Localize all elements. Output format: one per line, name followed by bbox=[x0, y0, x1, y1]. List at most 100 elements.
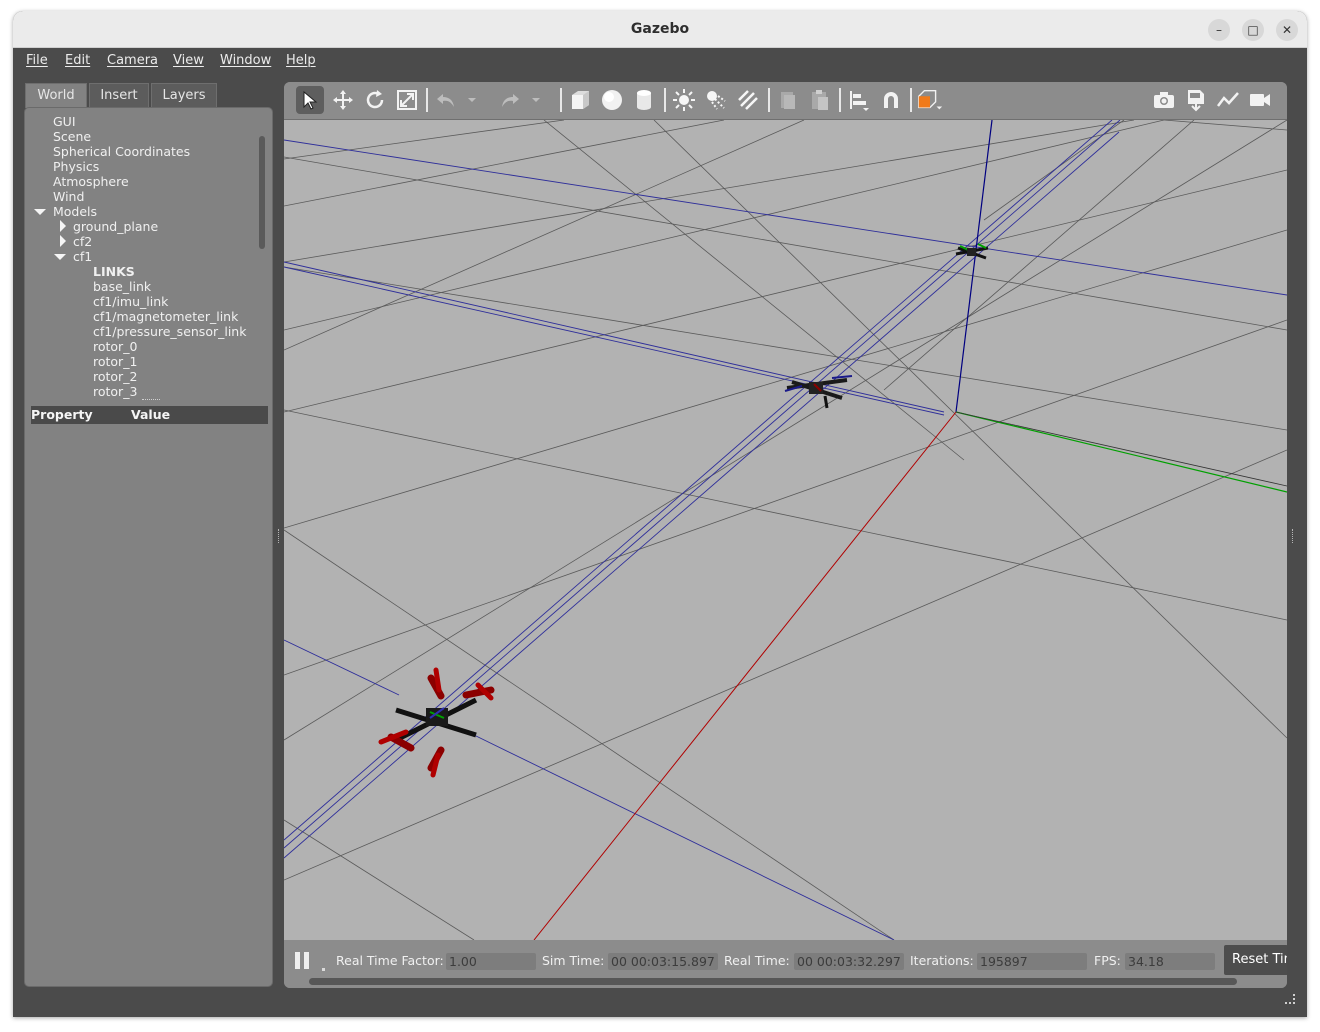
3d-scene-view[interactable] bbox=[284, 120, 1287, 940]
sphere-icon[interactable] bbox=[598, 86, 626, 114]
scene-canvas[interactable] bbox=[284, 120, 1287, 940]
y-axis-shadow-line bbox=[955, 411, 1287, 487]
change-view-icon[interactable] bbox=[916, 86, 944, 114]
plot-icon[interactable] bbox=[1214, 86, 1242, 114]
point-light-icon[interactable] bbox=[670, 86, 698, 114]
collapse-arrow-icon[interactable] bbox=[54, 254, 66, 260]
toolbar-separator bbox=[560, 88, 562, 112]
property-column-header: Property bbox=[31, 407, 93, 422]
y-axis-line bbox=[955, 411, 1287, 493]
translate-mode-icon[interactable] bbox=[329, 86, 357, 114]
right-splitter-handle[interactable] bbox=[1292, 529, 1295, 543]
iterations-label: Iterations: bbox=[910, 953, 974, 968]
sim-time-value: 00 00:03:15.897 bbox=[608, 953, 718, 970]
redo-icon[interactable] bbox=[496, 86, 524, 114]
maximize-button[interactable]: □ bbox=[1242, 19, 1264, 41]
fps-label: FPS: bbox=[1094, 953, 1121, 968]
toolbar-separator bbox=[910, 88, 912, 112]
pause-icon[interactable] bbox=[295, 952, 309, 969]
gazebo-window: Gazebo – □ ✕ File Edit Camera View Windo… bbox=[13, 11, 1307, 1017]
world-panel: GUI Scene Spherical Coordinates Physics … bbox=[24, 107, 273, 987]
step-handle[interactable] bbox=[322, 968, 325, 971]
paste-icon[interactable] bbox=[806, 86, 834, 114]
property-table-header: Property Value bbox=[31, 406, 268, 424]
resize-grip-icon[interactable] bbox=[1285, 994, 1295, 1004]
tab-insert[interactable]: Insert bbox=[89, 83, 149, 108]
x-axis-line bbox=[533, 411, 957, 940]
tree-item-cf1[interactable]: cf1 bbox=[73, 249, 92, 264]
log-icon[interactable] bbox=[1182, 86, 1210, 114]
tree-item-spherical-coordinates[interactable]: Spherical Coordinates bbox=[53, 144, 190, 159]
link-item[interactable]: rotor_0 bbox=[93, 339, 137, 354]
link-item[interactable]: rotor_2 bbox=[93, 369, 137, 384]
tree-splitter-handle[interactable] bbox=[142, 399, 160, 400]
reset-time-button[interactable]: Reset Time bbox=[1224, 945, 1287, 975]
sim-time-label: Sim Time: bbox=[542, 953, 605, 968]
tree-scrollbar[interactable] bbox=[259, 136, 265, 249]
link-item[interactable]: cf1/magnetometer_link bbox=[93, 309, 238, 324]
menu-help[interactable]: Help bbox=[286, 53, 316, 68]
fps-value: 34.18 bbox=[1125, 953, 1215, 970]
tree-item-wind[interactable]: Wind bbox=[53, 189, 84, 204]
menu-window[interactable]: Window bbox=[220, 53, 271, 68]
tab-layers[interactable]: Layers bbox=[151, 83, 217, 108]
menu-edit[interactable]: Edit bbox=[65, 53, 90, 68]
screenshot-icon[interactable] bbox=[1150, 86, 1178, 114]
link-item[interactable]: rotor_3 bbox=[93, 384, 137, 399]
undo-history-icon[interactable] bbox=[464, 86, 480, 114]
model-axes-lines bbox=[284, 120, 1287, 940]
undo-icon[interactable] bbox=[432, 86, 460, 114]
real-time-factor-label: Real Time Factor: bbox=[336, 953, 444, 968]
tree-item-gui[interactable]: GUI bbox=[53, 114, 76, 129]
link-item[interactable]: cf1/pressure_sensor_link bbox=[93, 324, 246, 339]
real-time-label: Real Time: bbox=[724, 953, 790, 968]
world-tree: GUI Scene Spherical Coordinates Physics … bbox=[25, 108, 274, 405]
tree-item-physics[interactable]: Physics bbox=[53, 159, 99, 174]
horizontal-scrollbar[interactable] bbox=[309, 978, 1237, 985]
select-mode-icon[interactable] bbox=[296, 86, 324, 114]
tree-item-atmosphere[interactable]: Atmosphere bbox=[53, 174, 129, 189]
time-status-bar: Real Time Factor: 1.00 Sim Time: 00 00:0… bbox=[284, 940, 1287, 988]
tree-item-cf2[interactable]: cf2 bbox=[73, 234, 92, 249]
copy-icon[interactable] bbox=[774, 86, 802, 114]
toolbar-separator bbox=[426, 88, 428, 112]
minimize-button[interactable]: – bbox=[1208, 19, 1230, 41]
tab-world[interactable]: World bbox=[25, 83, 87, 108]
panel-splitter-handle[interactable] bbox=[278, 529, 281, 543]
link-item[interactable]: base_link bbox=[93, 279, 151, 294]
menu-file[interactable]: File bbox=[26, 53, 48, 68]
video-record-icon[interactable] bbox=[1246, 86, 1274, 114]
expand-arrow-icon[interactable] bbox=[60, 235, 66, 247]
expand-arrow-icon[interactable] bbox=[60, 220, 66, 232]
links-header: LINKS bbox=[93, 264, 135, 279]
real-time-value: 00 00:03:32.297 bbox=[794, 953, 904, 970]
redo-history-icon[interactable] bbox=[528, 86, 544, 114]
toolbar-separator bbox=[839, 88, 841, 112]
tree-item-ground-plane[interactable]: ground_plane bbox=[73, 219, 158, 234]
tree-item-models[interactable]: Models bbox=[53, 204, 97, 219]
z-axis-line bbox=[955, 120, 993, 413]
link-item[interactable]: rotor_1 bbox=[93, 354, 137, 369]
iterations-value: 195897 bbox=[977, 953, 1087, 970]
collapse-arrow-icon[interactable] bbox=[34, 209, 46, 215]
snap-icon[interactable] bbox=[877, 86, 905, 114]
title-bar: Gazebo – □ ✕ bbox=[13, 11, 1307, 48]
scale-mode-icon[interactable] bbox=[393, 86, 421, 114]
tree-item-scene[interactable]: Scene bbox=[53, 129, 91, 144]
box-icon[interactable] bbox=[566, 86, 594, 114]
viewport-frame: Real Time Factor: 1.00 Sim Time: 00 00:0… bbox=[284, 82, 1287, 988]
menu-camera[interactable]: Camera bbox=[107, 53, 158, 68]
menu-view[interactable]: View bbox=[173, 53, 204, 68]
cylinder-icon[interactable] bbox=[630, 86, 658, 114]
rotate-mode-icon[interactable] bbox=[361, 86, 389, 114]
link-item[interactable]: cf1/imu_link bbox=[93, 294, 168, 309]
directional-light-icon[interactable] bbox=[734, 86, 762, 114]
align-icon[interactable] bbox=[845, 86, 873, 114]
value-column-header: Value bbox=[131, 407, 171, 422]
toolbar-separator bbox=[768, 88, 770, 112]
window-title: Gazebo bbox=[630, 21, 690, 37]
spot-light-icon[interactable] bbox=[702, 86, 730, 114]
close-button[interactable]: ✕ bbox=[1276, 19, 1298, 41]
toolbar-separator bbox=[664, 88, 666, 112]
real-time-factor-value: 1.00 bbox=[446, 953, 536, 970]
